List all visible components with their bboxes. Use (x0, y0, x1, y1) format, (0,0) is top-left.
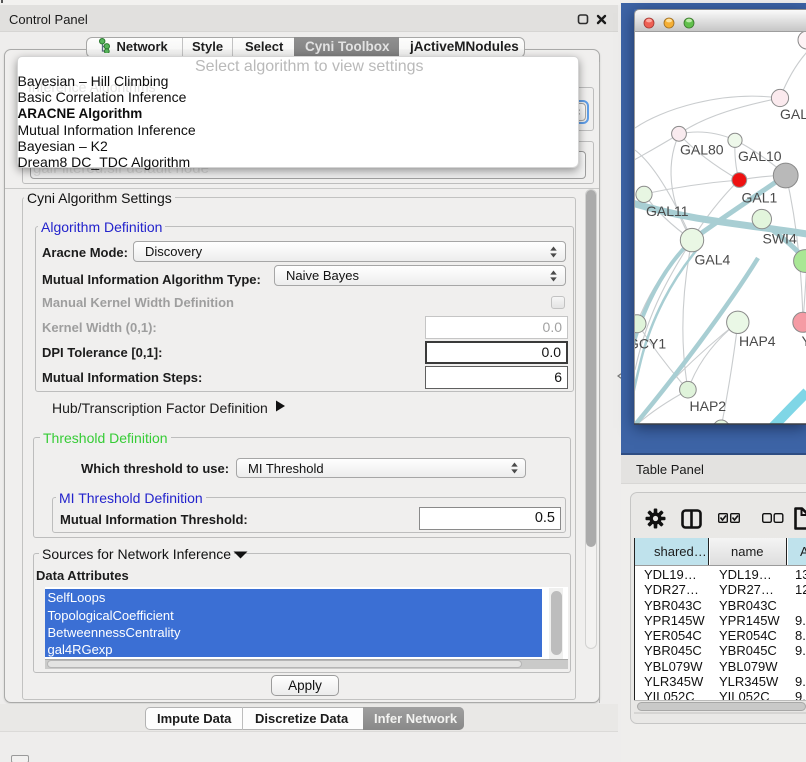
svg-text:SWI4: SWI4 (763, 231, 797, 247)
svg-text:YD: YD (802, 333, 806, 349)
svg-text:GAL4: GAL4 (695, 252, 731, 268)
svg-text:GAL80: GAL80 (680, 142, 724, 158)
svg-text:HAP2: HAP2 (690, 398, 727, 414)
svg-text:GAL1: GAL1 (742, 190, 778, 206)
svg-text:GAL2: GAL2 (780, 106, 806, 122)
svg-text:GCY1: GCY1 (635, 336, 666, 352)
svg-text:HAP4: HAP4 (739, 333, 776, 349)
svg-text:GAL11: GAL11 (646, 203, 689, 219)
svg-text:GAL10: GAL10 (738, 148, 782, 164)
